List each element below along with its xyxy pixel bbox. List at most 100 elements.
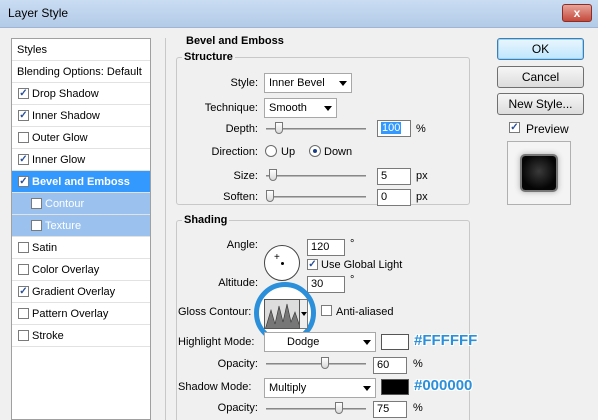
depth-input[interactable]: 100 <box>377 120 411 137</box>
altitude-unit: ° <box>350 274 355 286</box>
styles-list-item[interactable]: Styles <box>12 39 150 61</box>
style-checkbox[interactable] <box>18 264 29 275</box>
styles-list-item-label: Satin <box>32 242 58 254</box>
styles-list-item-label: Stroke <box>32 330 64 342</box>
slider-track <box>266 196 366 198</box>
gloss-contour-dropdown[interactable] <box>300 299 308 329</box>
technique-select[interactable]: Smooth <box>264 98 337 118</box>
style-select[interactable]: Inner Bevel <box>264 73 352 93</box>
use-global-light-checkbox[interactable] <box>307 259 318 270</box>
highlight-mode-select[interactable]: Dodge <box>264 332 376 352</box>
styles-list-item[interactable]: Contour <box>12 193 150 215</box>
cancel-button[interactable]: Cancel <box>497 66 584 88</box>
styles-list-item-label: Color Overlay <box>32 264 100 276</box>
size-label: Size: <box>233 170 258 182</box>
angle-input[interactable]: 120 <box>307 239 345 256</box>
preview-checkbox[interactable] <box>509 122 520 133</box>
size-input[interactable]: 5 <box>377 168 411 185</box>
style-checkbox[interactable] <box>18 308 29 319</box>
slider-thumb[interactable] <box>321 357 329 369</box>
anti-aliased-checkbox[interactable] <box>321 305 332 316</box>
styles-list-item[interactable]: Texture <box>12 215 150 237</box>
highlight-hex-label: #FFFFFF <box>414 332 478 349</box>
chevron-down-icon <box>339 81 347 86</box>
style-preview <box>507 141 571 205</box>
style-checkbox[interactable] <box>18 242 29 253</box>
depth-label: Depth: <box>225 123 258 135</box>
anti-aliased-label: Anti-aliased <box>336 306 394 318</box>
styles-list-item[interactable]: Inner Glow <box>12 149 150 171</box>
shadow-opacity-unit: % <box>413 402 423 414</box>
soften-slider[interactable] <box>266 190 366 202</box>
slider-thumb[interactable] <box>269 169 277 181</box>
highlight-opacity-unit: % <box>413 358 423 370</box>
chevron-down-icon <box>363 386 371 391</box>
styles-list-item[interactable]: Blending Options: Default <box>12 61 150 83</box>
size-slider[interactable] <box>266 169 366 181</box>
ok-button[interactable]: OK <box>497 38 584 60</box>
shadow-opacity-slider[interactable] <box>266 402 366 414</box>
shadow-mode-value: Multiply <box>269 382 307 394</box>
technique-label: Technique: <box>204 102 258 114</box>
style-checkbox[interactable] <box>18 176 29 187</box>
styles-list-item[interactable]: Gradient Overlay <box>12 281 150 303</box>
styles-list-item[interactable]: Satin <box>12 237 150 259</box>
shadow-color-swatch[interactable] <box>381 379 409 395</box>
altitude-label: Altitude: <box>218 277 258 289</box>
style-select-value: Inner Bevel <box>269 77 325 89</box>
slider-thumb[interactable] <box>266 190 274 202</box>
depth-value: 100 <box>381 122 402 134</box>
highlight-color-swatch[interactable] <box>381 334 409 350</box>
style-checkbox[interactable] <box>18 88 29 99</box>
direction-down-label: Down <box>324 146 353 158</box>
style-checkbox[interactable] <box>18 286 29 297</box>
soften-input[interactable]: 0 <box>377 189 411 206</box>
slider-track <box>266 175 366 177</box>
direction-up-label: Up <box>281 146 296 158</box>
style-checkbox[interactable] <box>18 154 29 165</box>
depth-slider[interactable] <box>266 122 366 134</box>
styles-list-item-label: Outer Glow <box>32 132 88 144</box>
styles-list-item[interactable]: Stroke <box>12 325 150 347</box>
highlight-opacity-input[interactable]: 60 <box>373 357 407 374</box>
shadow-opacity-input[interactable]: 75 <box>373 401 407 418</box>
soften-unit: px <box>416 191 428 203</box>
highlight-opacity-slider[interactable] <box>266 357 366 369</box>
style-checkbox[interactable] <box>31 198 42 209</box>
highlight-opacity-label: Opacity: <box>217 358 258 370</box>
angle-dial[interactable]: + <box>264 245 300 281</box>
style-checkbox[interactable] <box>18 110 29 121</box>
direction-down-radio[interactable] <box>309 145 321 157</box>
styles-list-item[interactable]: Color Overlay <box>12 259 150 281</box>
styles-list-item-label: Blending Options: Default <box>17 66 142 78</box>
shadow-hex-label: #000000 <box>414 377 473 394</box>
styles-list-item[interactable]: Drop Shadow <box>12 83 150 105</box>
styles-list-item-label: Styles <box>17 44 47 56</box>
styles-list-item-label: Inner Glow <box>32 154 86 166</box>
gloss-contour-picker[interactable] <box>264 299 300 329</box>
new-style-button[interactable]: New Style... <box>497 93 584 115</box>
altitude-input[interactable]: 30 <box>307 276 345 293</box>
slider-thumb[interactable] <box>335 402 343 414</box>
style-checkbox[interactable] <box>18 132 29 143</box>
shadow-mode-select[interactable]: Multiply <box>264 378 376 398</box>
size-unit: px <box>416 170 428 182</box>
preview-label: Preview <box>526 122 569 136</box>
technique-select-value: Smooth <box>269 102 307 114</box>
styles-list-item[interactable]: Pattern Overlay <box>12 303 150 325</box>
highlight-mode-label: Highlight Mode: <box>178 336 255 348</box>
style-checkbox[interactable] <box>31 220 42 231</box>
styles-list-item[interactable]: Bevel and Emboss <box>12 171 150 193</box>
styles-list-item[interactable]: Outer Glow <box>12 127 150 149</box>
crosshair-icon: + <box>274 252 280 263</box>
styles-list-item[interactable]: Inner Shadow <box>12 105 150 127</box>
shadow-opacity-label: Opacity: <box>217 402 258 414</box>
chevron-down-icon <box>363 340 371 345</box>
direction-up-radio[interactable] <box>265 145 277 157</box>
close-button[interactable]: x <box>562 4 592 22</box>
layer-style-dialog: Styles Blending Options: Default Drop Shad… <box>0 28 598 420</box>
styles-list-item-label: Bevel and Emboss <box>32 176 130 188</box>
style-checkbox[interactable] <box>18 330 29 341</box>
gloss-contour-label: Gloss Contour: <box>178 306 252 318</box>
slider-thumb[interactable] <box>275 122 283 134</box>
